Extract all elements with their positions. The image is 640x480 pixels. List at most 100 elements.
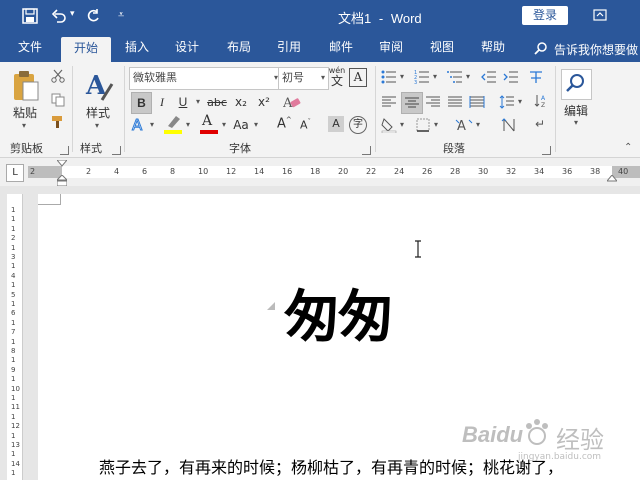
tab-insert[interactable]: 插入 [116, 34, 158, 62]
save-icon[interactable] [22, 8, 38, 24]
tab-layout[interactable]: 布局 [218, 34, 260, 62]
shading-icon[interactable] [381, 117, 397, 133]
baidu-url: jingyan.baidu.com [518, 452, 602, 462]
increase-indent-icon[interactable] [503, 70, 519, 84]
strikethrough-button[interactable]: abc [206, 92, 228, 112]
horizontal-ruler[interactable]: L 2 2 4 6 8 10 12 14 16 18 20 22 24 26 28 30 32 34 36 38 40 [0, 158, 640, 187]
italic-button[interactable]: I [153, 92, 171, 112]
shrink-font-button[interactable]: Aˇ [300, 118, 311, 132]
font-color-button[interactable]: A [198, 113, 220, 136]
sort-icon[interactable]: AZ [534, 94, 548, 108]
change-case-dropdown-icon[interactable]: ▾ [254, 120, 258, 129]
decrease-indent-icon[interactable] [481, 70, 497, 84]
chinese-layout-icon[interactable] [528, 70, 544, 84]
cut-icon[interactable] [51, 69, 65, 83]
distributed-icon[interactable] [469, 95, 485, 109]
paragraph-launcher-icon[interactable] [542, 146, 551, 155]
align-left-icon[interactable] [381, 95, 397, 109]
paste-icon[interactable] [12, 70, 40, 102]
char-scaling-icon[interactable] [501, 117, 517, 133]
styles-icon[interactable]: A [84, 70, 114, 102]
numbering-icon[interactable]: 123 [414, 70, 430, 84]
right-indent-marker[interactable] [607, 175, 617, 183]
vertical-ruler[interactable]: 1 1 1 2 1 3 1 4 1 5 1 6 1 7 1 8 1 9 1 10 1 11 1 12 1 13 1 14 1 [7, 194, 23, 480]
undo-icon[interactable] [51, 8, 67, 24]
ruler-tick-label: 4 [114, 167, 120, 176]
underline-dropdown-icon[interactable]: ▾ [196, 97, 200, 106]
subscript-button[interactable]: x₂ [231, 92, 251, 112]
change-case-button[interactable]: Aa [231, 115, 251, 135]
editing-button[interactable]: 编辑 [564, 102, 588, 119]
justify-icon[interactable] [447, 95, 463, 109]
underline-button[interactable]: U [174, 92, 192, 112]
tab-design[interactable]: 设计 [166, 34, 208, 62]
ribbon-display-options-icon[interactable] [593, 9, 607, 21]
first-line-indent-marker[interactable] [57, 160, 67, 168]
multilevel-list-icon[interactable] [447, 70, 463, 84]
character-border-button[interactable]: A [349, 68, 367, 87]
redo-icon[interactable] [85, 8, 101, 24]
tab-view[interactable]: 视图 [421, 34, 463, 62]
font-launcher-icon[interactable] [362, 146, 371, 155]
bullets-icon[interactable] [381, 70, 397, 84]
highlight-color-button[interactable] [162, 114, 184, 136]
clear-formatting-icon[interactable]: A [283, 94, 301, 110]
login-button[interactable]: 登录 [522, 6, 568, 25]
document-page[interactable]: 匆匆 燕子去了，有再来的时候；杨柳枯了，有再青的时候；桃花谢了， Baidu 经… [38, 194, 640, 480]
line-spacing-icon[interactable] [499, 95, 515, 109]
lightbulb-search-icon[interactable] [534, 41, 548, 55]
text-effects-icon[interactable]: A [131, 115, 147, 134]
styles-button[interactable]: 样式 [86, 104, 110, 121]
font-group-label: 字体 [229, 142, 251, 155]
editing-dropdown-icon[interactable]: ▾ [574, 118, 578, 127]
borders-icon[interactable] [416, 118, 430, 132]
ruler-tick-label: 12 [226, 167, 237, 176]
tab-help[interactable]: 帮助 [472, 34, 514, 62]
paste-button[interactable]: 粘贴 [13, 104, 37, 121]
font-color-dropdown-icon[interactable]: ▾ [222, 120, 226, 129]
tab-mailings[interactable]: 邮件 [320, 34, 362, 62]
format-painter-icon[interactable] [51, 115, 65, 129]
tab-review[interactable]: 审阅 [370, 34, 412, 62]
asian-typography-dropdown-icon[interactable]: ▾ [476, 120, 480, 129]
highlighter-icon [168, 116, 180, 128]
undo-dropdown-icon[interactable]: ▾ [70, 9, 75, 19]
copy-icon[interactable] [51, 93, 65, 107]
styles-dropdown-icon[interactable]: ▾ [95, 121, 99, 130]
align-right-icon[interactable] [425, 95, 441, 109]
ruler-tick-label: 14 [254, 167, 265, 176]
superscript-button[interactable]: x² [254, 92, 274, 112]
font-size-select[interactable]: 初号 ▾ [278, 67, 329, 90]
borders-dropdown-icon[interactable]: ▾ [434, 120, 438, 129]
phonetic-guide-button[interactable]: wén 文 [327, 66, 347, 88]
customize-qat-icon[interactable]: ⩡ [118, 8, 124, 22]
numbering-dropdown-icon[interactable]: ▾ [433, 72, 437, 81]
bullets-dropdown-icon[interactable]: ▾ [400, 72, 404, 81]
tab-home[interactable]: 开始 [61, 37, 111, 62]
show-marks-icon[interactable]: ↵ [534, 116, 548, 130]
grow-font-button[interactable]: A^ [277, 116, 292, 131]
bold-button[interactable]: B [131, 92, 152, 114]
tell-me-input[interactable]: 告诉我你想要做 [554, 41, 640, 58]
editing-search-button[interactable] [561, 69, 592, 100]
phonetic-glyph-icon: 文 [330, 74, 343, 88]
shading-dropdown-icon[interactable]: ▾ [400, 120, 404, 129]
line-spacing-dropdown-icon[interactable]: ▾ [518, 97, 522, 106]
clipboard-launcher-icon[interactable] [60, 146, 69, 155]
character-shading-button[interactable]: A [328, 116, 344, 132]
align-center-button[interactable] [401, 92, 423, 114]
vertical-ruler-tick-label: 1 [11, 412, 16, 421]
font-family-select[interactable]: 微软雅黑 ▾ [129, 67, 282, 90]
tab-file[interactable]: 文件 [8, 34, 52, 62]
text-effects-dropdown-icon[interactable]: ▾ [150, 120, 154, 129]
collapse-ribbon-icon[interactable]: ⌃ [624, 142, 632, 153]
highlight-dropdown-icon[interactable]: ▾ [186, 120, 190, 129]
enclose-characters-button[interactable]: 字 [349, 116, 367, 134]
styles-launcher-icon[interactable] [112, 146, 121, 155]
tab-references[interactable]: 引用 [268, 34, 310, 62]
multilevel-dropdown-icon[interactable]: ▾ [466, 72, 470, 81]
tab-selector[interactable]: L [6, 164, 24, 182]
asian-typography-icon[interactable]: A [455, 117, 473, 133]
paste-dropdown-icon[interactable]: ▾ [22, 121, 26, 130]
document-title[interactable]: 匆匆 [284, 272, 394, 353]
